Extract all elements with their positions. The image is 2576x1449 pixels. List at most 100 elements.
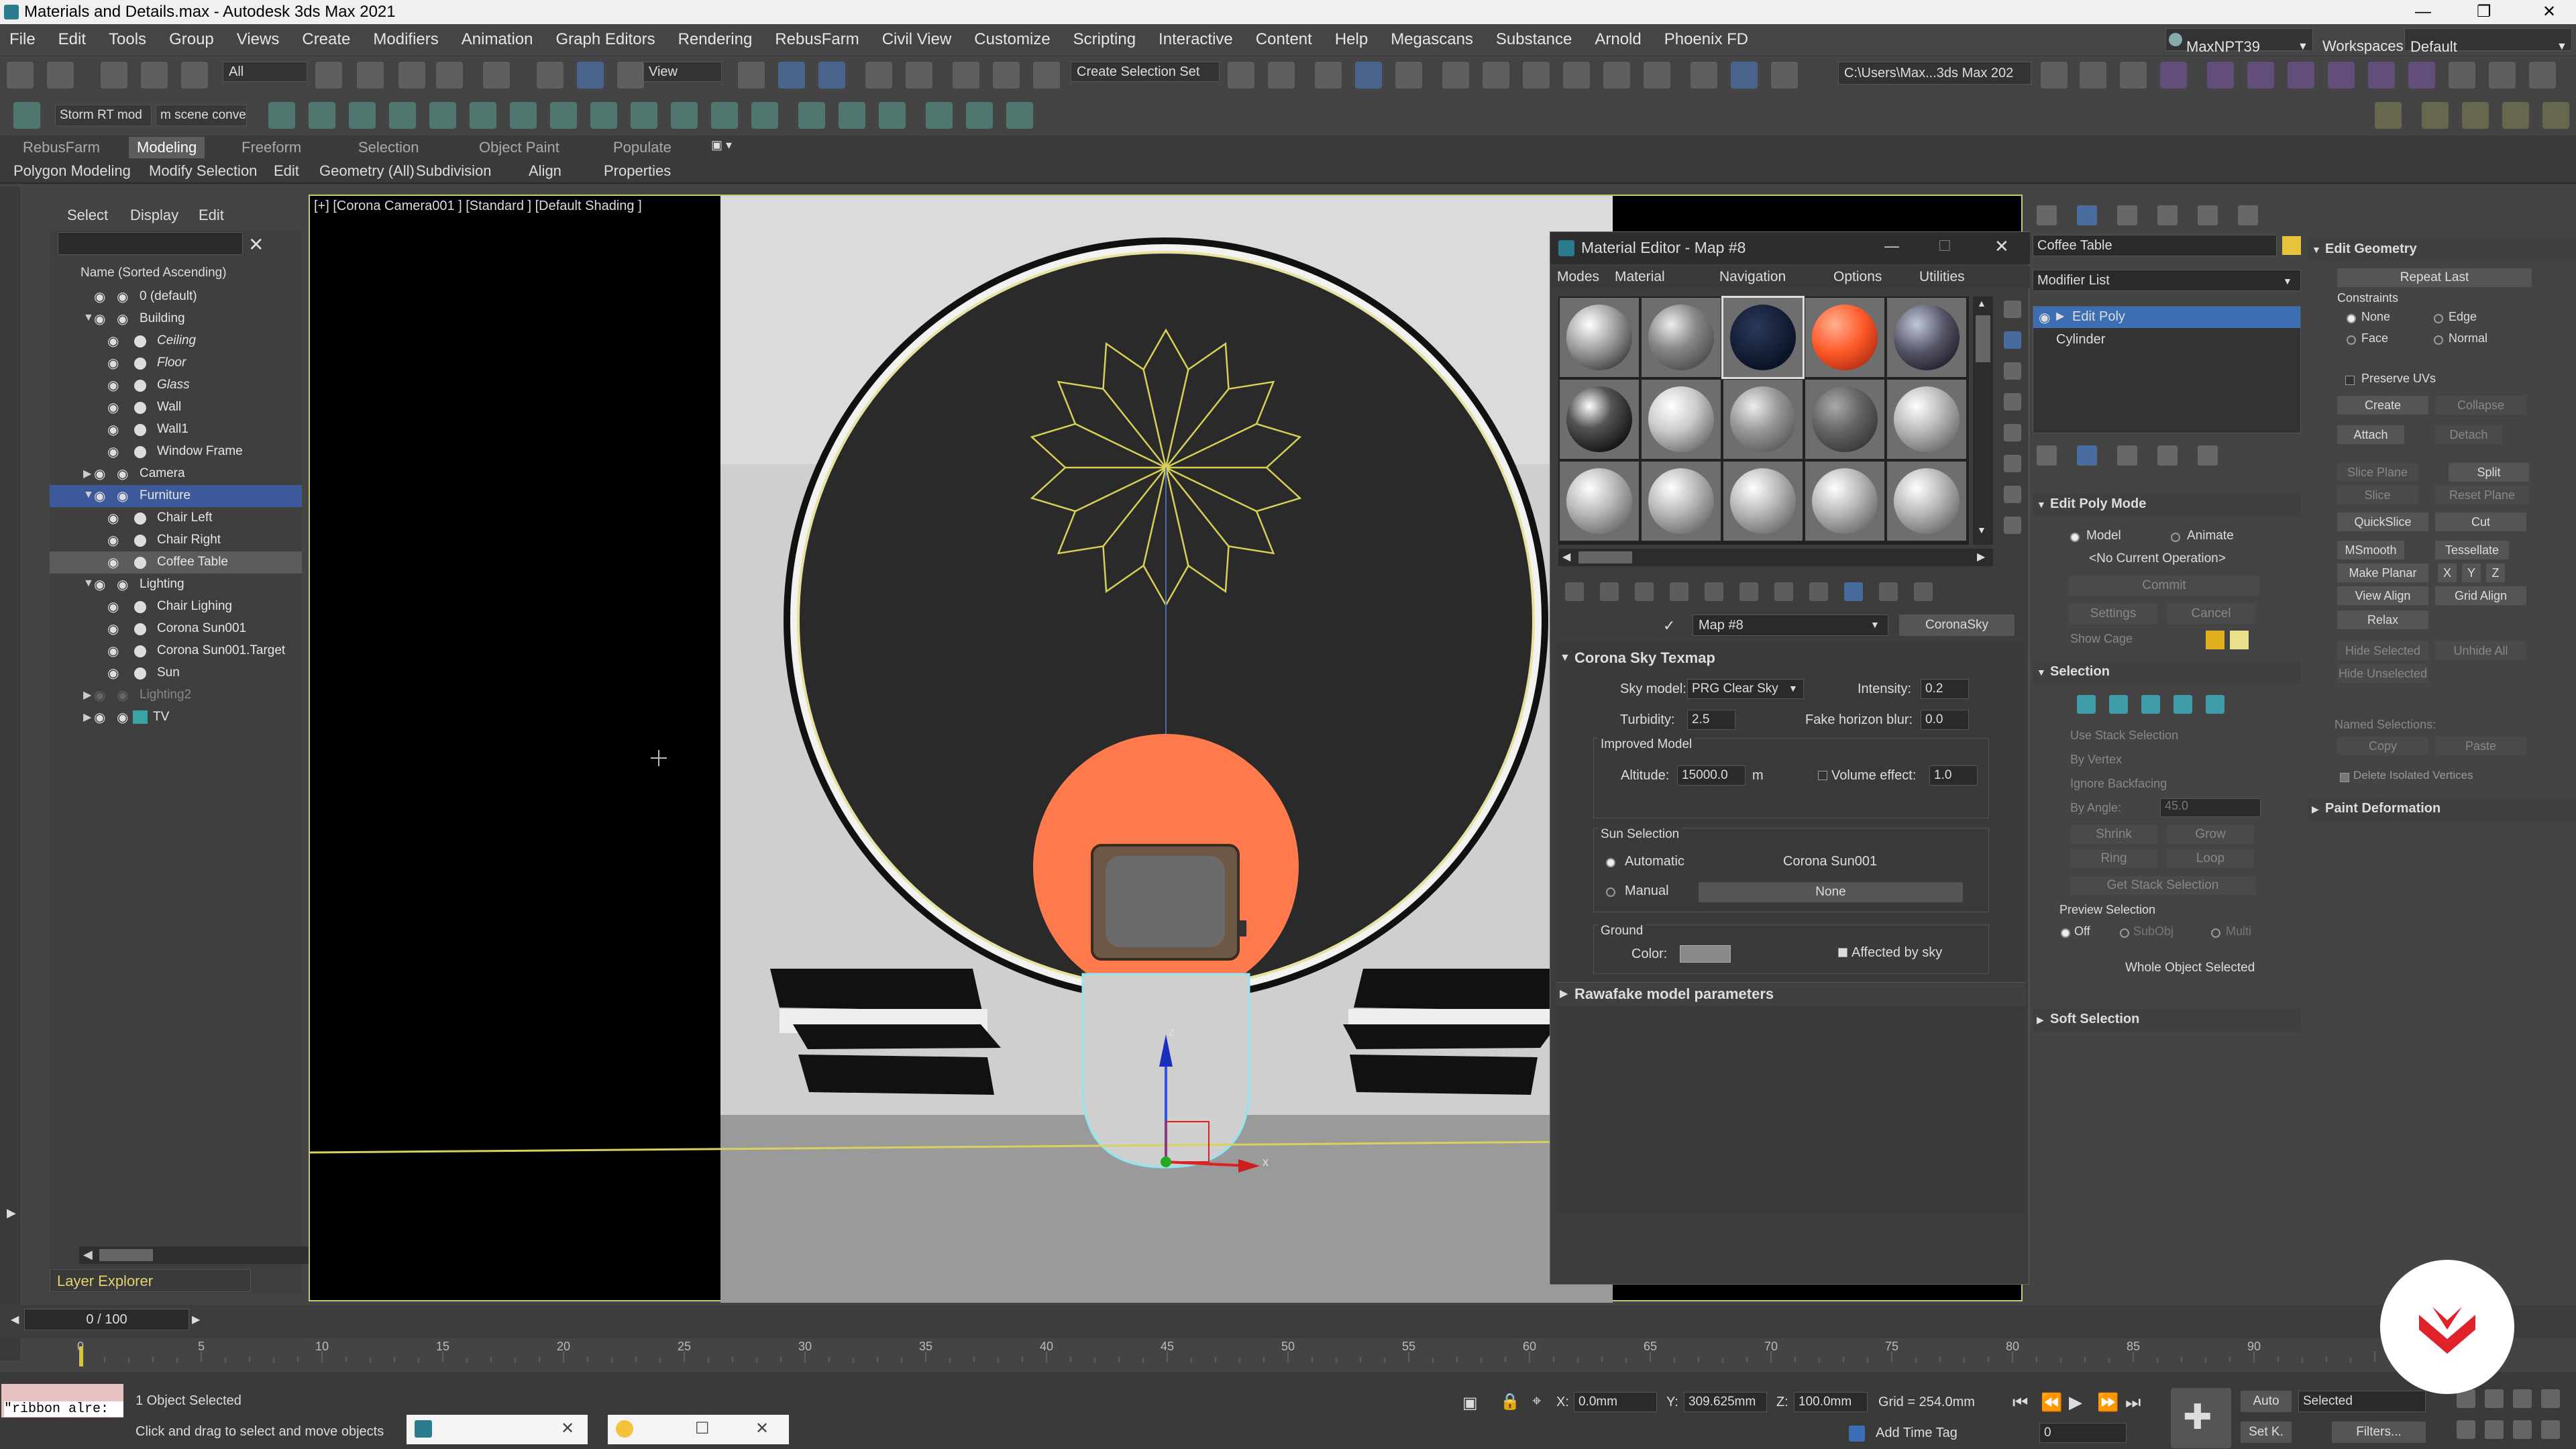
- ring-button[interactable]: Ring: [2070, 849, 2157, 868]
- command-tab-4[interactable]: [2198, 205, 2218, 225]
- geo-hide-selected-button[interactable]: Hide Selected: [2337, 641, 2428, 660]
- toolbar-icon-34[interactable]: [1771, 62, 1798, 89]
- toolbar-icon-38[interactable]: [2160, 62, 2187, 89]
- stack-tool-icon-0[interactable]: [2037, 445, 2057, 466]
- affected-by-sky-checkbox[interactable]: [1838, 948, 1847, 957]
- toolbar2-icon-21[interactable]: [2422, 102, 2449, 129]
- eye-icon[interactable]: ◉: [94, 709, 105, 726]
- geo-copy-button[interactable]: Copy: [2337, 737, 2428, 755]
- eye-icon[interactable]: ◉: [107, 532, 119, 549]
- edit-geometry-rollout[interactable]: ▼ Edit Geometry: [2308, 239, 2576, 262]
- menu-create[interactable]: Create: [302, 30, 350, 48]
- tree-row[interactable]: ▶ ◉ ◉ Camera: [50, 463, 302, 485]
- mated-tool-icon-5[interactable]: [1739, 582, 1758, 601]
- toolbar-icon-20[interactable]: [1033, 62, 1060, 89]
- material-slot[interactable]: [1560, 298, 1639, 377]
- geo-view-align-button[interactable]: View Align: [2337, 586, 2428, 605]
- eye-icon[interactable]: ◉: [107, 443, 119, 460]
- stack-tool-icon-2[interactable]: [2117, 445, 2137, 466]
- toolbar-icon-6[interactable]: [357, 62, 384, 89]
- toolbar-icon-39[interactable]: [2207, 62, 2234, 89]
- toolbar-icon-26[interactable]: [1442, 62, 1469, 89]
- menu-rebusfarm[interactable]: RebusFarm: [775, 30, 859, 48]
- maxscript-listener[interactable]: "ribbon alre:: [1, 1384, 123, 1417]
- geo-slice-button[interactable]: Slice: [2337, 486, 2418, 504]
- toolbar-icon-42[interactable]: [2328, 62, 2355, 89]
- toolbar-icon-31[interactable]: [1644, 62, 1670, 89]
- maximize-icon[interactable]: ❐: [2477, 0, 2491, 24]
- shrink-button[interactable]: Shrink: [2070, 825, 2157, 844]
- toolbar2-icon-24[interactable]: [2542, 102, 2569, 129]
- go-to-start-icon[interactable]: ⏮: [2012, 1392, 2028, 1413]
- material-slot[interactable]: [1721, 296, 1805, 379]
- stack-tool-icon-1[interactable]: [2077, 445, 2097, 466]
- toolbar-icon-24[interactable]: [1355, 62, 1382, 89]
- geo-split-button[interactable]: Split: [2449, 463, 2529, 482]
- geo-create-button[interactable]: Create: [2337, 396, 2428, 415]
- material-slot[interactable]: [1642, 380, 1721, 459]
- element-icon[interactable]: [2206, 695, 2224, 714]
- explorer-tab-edit[interactable]: Edit: [199, 207, 224, 224]
- toolbar-icon-36[interactable]: [2080, 62, 2106, 89]
- viewport-nav-icon-4[interactable]: [2457, 1420, 2475, 1439]
- grow-button[interactable]: Grow: [2167, 825, 2254, 844]
- constraint-face-radio[interactable]: [2347, 335, 2356, 345]
- tree-row[interactable]: ▶ ◉ ◉ TV: [50, 706, 302, 729]
- absolute-mode-icon[interactable]: ⌖: [1532, 1392, 1542, 1411]
- preview-off-radio[interactable]: [2061, 928, 2070, 938]
- menu-customize[interactable]: Customize: [974, 30, 1050, 48]
- tree-row[interactable]: ◉ Chair Right: [50, 529, 302, 551]
- toolbar-icon-44[interactable]: [2408, 62, 2435, 89]
- toolbar-icon-22[interactable]: [1268, 62, 1295, 89]
- layer-visibility-icon[interactable]: ◉: [117, 311, 128, 327]
- ribbon-panel-modify-selection[interactable]: Modify Selection: [149, 162, 257, 180]
- ribbon-tab-freeform[interactable]: Freeform: [233, 137, 309, 158]
- object-name-input[interactable]: Coffee Table: [2033, 235, 2277, 256]
- eye-icon[interactable]: ◉: [2039, 309, 2050, 326]
- tree-row[interactable]: ◉ Chair Lighing: [50, 596, 302, 618]
- layer-visibility-icon[interactable]: ◉: [117, 576, 128, 593]
- toolbar-icon-7[interactable]: [398, 62, 425, 89]
- selection-rollout[interactable]: ▼ Selection: [2033, 661, 2301, 684]
- toolbar-icon-33[interactable]: [1731, 62, 1758, 89]
- menu-arnold[interactable]: Arnold: [1595, 30, 1641, 48]
- stack-tool-icon-4[interactable]: [2198, 445, 2218, 466]
- toolbar-icon-5[interactable]: [315, 62, 342, 89]
- toolbar-icon-14[interactable]: [778, 62, 805, 89]
- eye-icon[interactable]: ◉: [94, 288, 105, 305]
- taskbar-item-1[interactable]: ✕: [407, 1415, 588, 1444]
- toolbar-icon-40[interactable]: [2247, 62, 2274, 89]
- toolbar2-icon-16[interactable]: [879, 102, 906, 129]
- toolbar-icon-17[interactable]: [906, 62, 932, 89]
- menu-animation[interactable]: Animation: [462, 30, 533, 48]
- explorer-hscrollbar[interactable]: ◀ ▶: [79, 1246, 347, 1264]
- edge-icon[interactable]: [2109, 695, 2128, 714]
- layer-visibility-icon[interactable]: ◉: [117, 687, 128, 704]
- mated-tool-icon-9[interactable]: [1879, 582, 1898, 601]
- toolbar-icon-43[interactable]: [2368, 62, 2395, 89]
- eye-icon[interactable]: ◉: [94, 466, 105, 482]
- prev-frame-icon[interactable]: ⏪: [2041, 1392, 2062, 1413]
- layer-visibility-icon[interactable]: ◉: [117, 709, 128, 726]
- mated-menu-utilities[interactable]: Utilities: [1919, 269, 1965, 285]
- tree-row[interactable]: ▼ ◉ ◉ Furniture: [50, 485, 302, 507]
- toolbar2-icon-15[interactable]: [839, 102, 865, 129]
- slots-hscrollbar[interactable]: ◀ ▶: [1558, 549, 1993, 566]
- vertex-icon[interactable]: [2077, 695, 2096, 714]
- lock-icon[interactable]: 🔒: [1500, 1392, 1520, 1411]
- polygon-icon[interactable]: [2174, 695, 2192, 714]
- viewport-nav-icon-3[interactable]: [2541, 1389, 2560, 1408]
- model-radio[interactable]: [2070, 533, 2080, 542]
- key-mode-button[interactable]: ✚: [2171, 1388, 2231, 1448]
- slots-vscrollbar[interactable]: ▲ ▼: [1973, 297, 1993, 545]
- tree-row[interactable]: ◉ Chair Left: [50, 507, 302, 529]
- user-dropdown[interactable]: MaxNPT39 ▼: [2165, 28, 2313, 55]
- toolbar2-icon-0[interactable]: [13, 102, 40, 129]
- eye-icon[interactable]: ◉: [107, 333, 119, 350]
- toolbar2-icon-20[interactable]: [2375, 102, 2402, 129]
- close-icon[interactable]: ✕: [2542, 0, 2556, 24]
- mated-side-tool-0[interactable]: [2004, 301, 2021, 318]
- material-slot[interactable]: [1805, 462, 1884, 541]
- ribbon-panel-subdivision[interactable]: Subdivision: [416, 162, 492, 180]
- viewport-nav-icon-6[interactable]: [2513, 1420, 2532, 1439]
